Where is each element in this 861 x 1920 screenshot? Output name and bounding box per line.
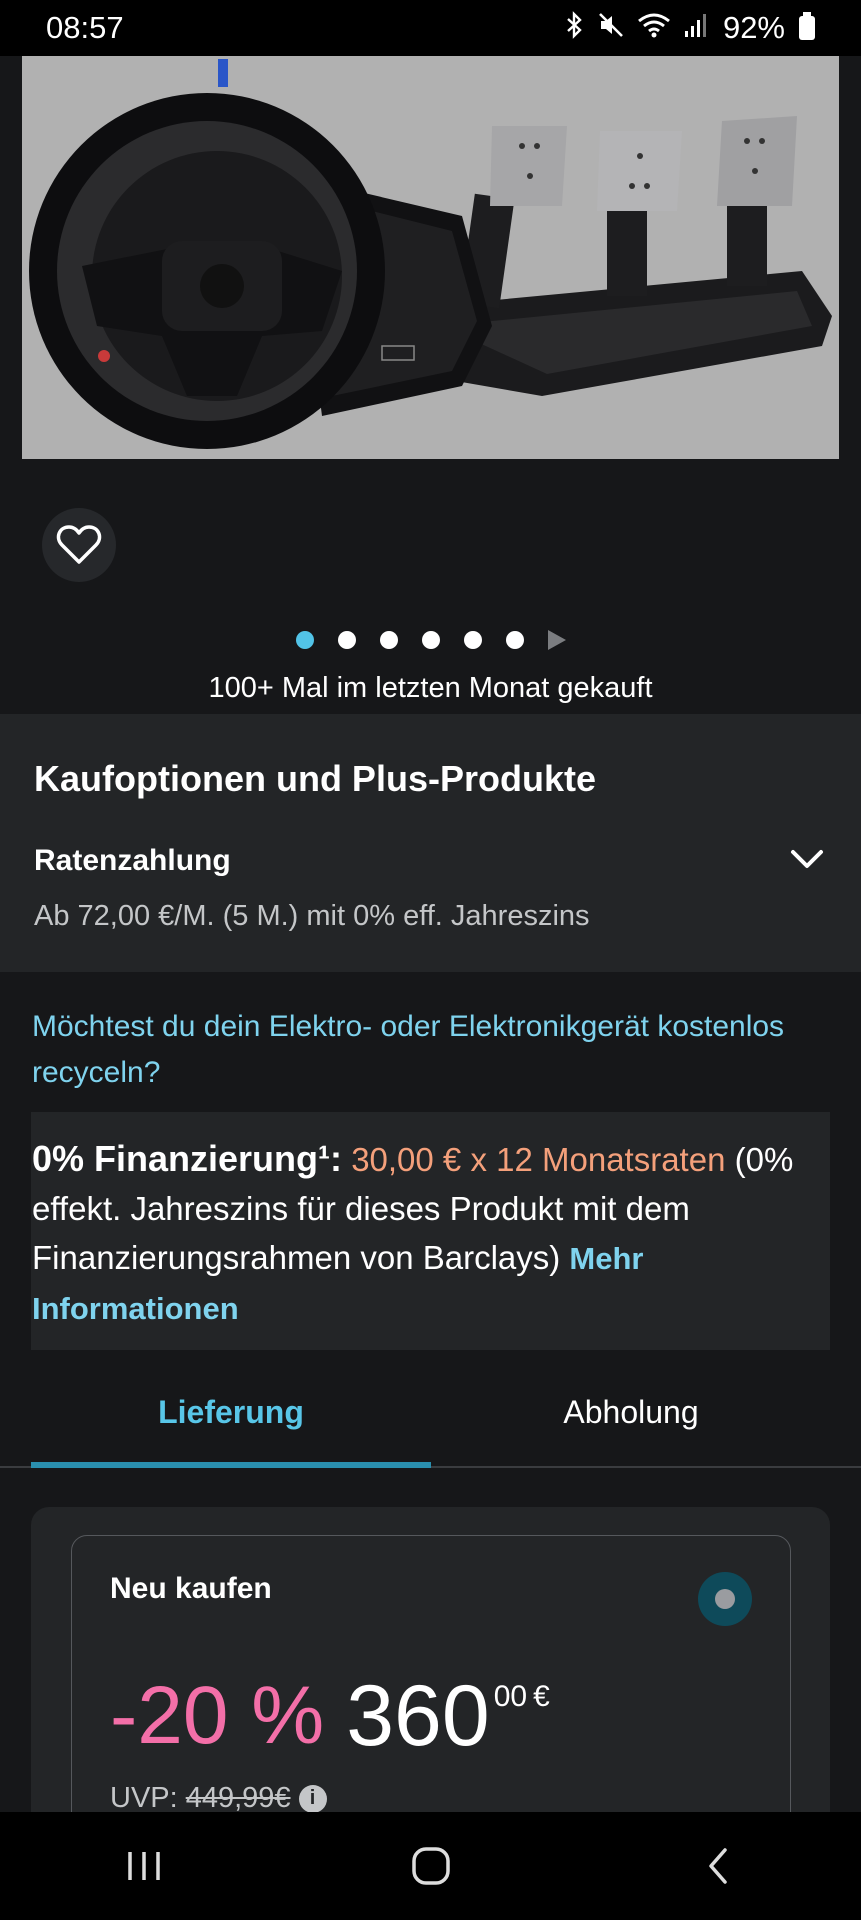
uvp-row: UVP: 449,99€ i: [110, 1782, 327, 1815]
price-fraction: 00: [493, 1680, 528, 1713]
status-icons: [565, 10, 709, 46]
recent-apps-button[interactable]: [94, 1836, 194, 1896]
battery-icon: [799, 12, 815, 40]
carousel-dot[interactable]: [295, 631, 314, 649]
bluetooth-icon: [565, 10, 585, 46]
info-icon[interactable]: i: [298, 1784, 327, 1813]
status-right: 92%: [565, 10, 815, 46]
financing-box: 0% Finanzierung¹: 30,00 € x 12 Monatsrat…: [31, 1112, 830, 1350]
recycle-link[interactable]: Möchtest du dein Elektro- oder Elektroni…: [32, 1004, 832, 1096]
buy-new-title: Neu kaufen: [110, 1572, 272, 1605]
buy-new-card: Neu kaufen -20 % 360 00 € UVP: 449,99€ i: [31, 1507, 830, 1855]
installment-value: Ab 72,00 €/M. (5 M.) mit 0% eff. Jahresz…: [34, 900, 590, 932]
carousel-next-icon[interactable]: [547, 630, 566, 650]
carousel-dot[interactable]: [505, 631, 524, 649]
recent-apps-icon: [127, 1852, 160, 1880]
fulfillment-tabs: Lieferung Abholung: [0, 1380, 861, 1468]
carousel-dot[interactable]: [379, 631, 398, 649]
product-image[interactable]: [22, 56, 839, 459]
system-nav-bar: [0, 1812, 861, 1920]
tab-pickup[interactable]: Abholung: [431, 1380, 831, 1468]
back-icon: [708, 1848, 727, 1884]
mute-icon: [597, 11, 625, 46]
buying-options-panel[interactable]: Kaufoptionen und Plus-Produkte Ratenzahl…: [0, 714, 861, 972]
bought-count-text: 100+ Mal im letzten Monat gekauft: [208, 672, 653, 704]
home-icon: [411, 1847, 450, 1885]
financing-text: 0% Finanzierung¹: 30,00 € x 12 Monatsrat…: [32, 1134, 828, 1333]
price-whole: 360: [346, 1668, 490, 1764]
price-row: -20 % 360 00 €: [110, 1666, 550, 1766]
battery-percent: 92%: [722, 10, 785, 45]
wifi-icon: [637, 11, 671, 46]
price-currency: €: [533, 1680, 550, 1713]
chevron-down-icon[interactable]: [785, 838, 829, 882]
wishlist-button[interactable]: [42, 508, 116, 582]
tab-delivery[interactable]: Lieferung: [31, 1380, 431, 1468]
status-time: 08:57: [46, 10, 124, 45]
status-bar: 08:57 92%: [0, 0, 861, 56]
financing-price: 30,00 € x 12 Monatsraten: [351, 1141, 726, 1178]
signal-icon: [683, 11, 709, 46]
buy-new-radio[interactable]: [698, 1572, 752, 1626]
carousel-dot[interactable]: [421, 631, 440, 649]
financing-label: 0% Finanzierung¹:: [32, 1138, 343, 1179]
uvp-value: 449,99€: [185, 1782, 291, 1814]
steering-wheel-pedals-illustration: [29, 59, 832, 449]
heart-icon: [56, 525, 102, 564]
carousel-dot[interactable]: [463, 631, 482, 649]
active-tab-indicator: [31, 1462, 431, 1468]
radio-dot: [715, 1589, 735, 1609]
uvp-label: UVP:: [110, 1782, 178, 1814]
carousel-dot[interactable]: [337, 631, 356, 649]
home-button[interactable]: [381, 1836, 481, 1896]
buy-new-option[interactable]: Neu kaufen -20 % 360 00 € UVP: 449,99€ i: [71, 1535, 791, 1855]
back-button[interactable]: [668, 1836, 768, 1896]
installment-label: Ratenzahlung: [34, 844, 231, 877]
discount-badge: -20 %: [110, 1670, 325, 1761]
carousel-dots: [0, 628, 861, 652]
options-title: Kaufoptionen und Plus-Produkte: [34, 758, 596, 799]
